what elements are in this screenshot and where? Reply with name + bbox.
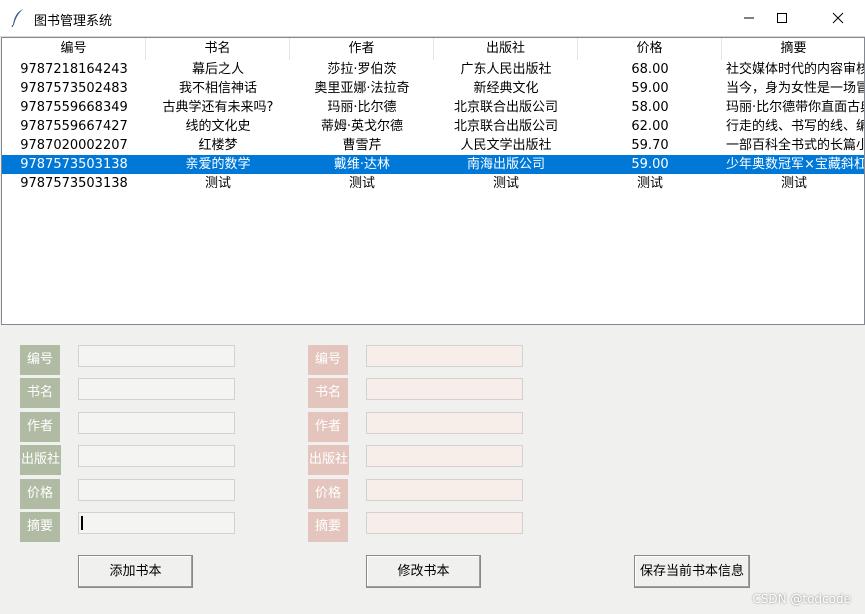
table-row[interactable]: 9787020002207 红楼梦 曹雪芹 人民文学出版社 59.70 一部百科… (2, 136, 864, 155)
right-label-title: 书名 (308, 378, 348, 408)
window-title: 图书管理系统 (34, 14, 113, 29)
minimize-icon (744, 17, 754, 19)
left-entry-price[interactable] (78, 479, 235, 501)
cell-price: 59.00 (631, 81, 669, 96)
table-row[interactable]: 9787559668349 古典学还有未来吗? 玛丽·比尔德 北京联合出版公司 … (2, 98, 865, 117)
cell-author: 玛丽·比尔德 (327, 100, 397, 115)
cell-author: 莎拉·罗伯茨 (327, 62, 397, 77)
right-label-publisher: 出版社 (308, 445, 349, 475)
right-label-summary: 摘要 (308, 512, 348, 542)
table-row[interactable]: 9787218164243 幕后之人 莎拉·罗伯茨 广东人民出版社 68.00 … (2, 60, 865, 79)
left-entry-title[interactable] (78, 378, 235, 400)
feather-icon (11, 9, 23, 28)
cell-title: 古典学还有未来吗? (162, 100, 274, 115)
cell-summary: 玛丽·比尔德带你直面古典 (726, 100, 865, 115)
cell-title: 线的文化史 (185, 119, 251, 134)
cell-publisher: 南海出版公司 (466, 157, 545, 172)
save-book-button[interactable]: 保存当前书本信息 (634, 555, 750, 588)
cell-author: 曹雪芹 (342, 138, 382, 153)
cell-summary: 行走的线、书写的线、编织 (726, 119, 864, 134)
cell-id: 9787218164243 (20, 62, 128, 77)
column-header-id[interactable]: 编号 (2, 38, 146, 60)
cell-summary: 测试 (780, 176, 807, 191)
maximize-button[interactable] (759, 0, 805, 36)
left-entry-id[interactable] (78, 345, 235, 367)
cell-title: 幕后之人 (191, 62, 244, 77)
left-label-id: 编号 (20, 345, 60, 375)
cell-id: 9787573502483 (20, 81, 128, 96)
cell-summary: 一部百科全书式的长篇小说 (726, 138, 864, 153)
left-label-price: 价格 (20, 479, 60, 509)
left-entry-author[interactable] (78, 412, 235, 434)
table-row[interactable]: 9787559667427 线的文化史 蒂姆·英戈尔德 北京联合出版公司 62.… (2, 117, 864, 136)
title-bar: 图书管理系统 (0, 0, 865, 37)
table-row[interactable]: 9787573502483 我不相信神话 奥里亚娜·法拉奇 新经典文化 59.0… (2, 79, 864, 98)
cell-id: 9787573503138 (20, 176, 128, 191)
table-header: 编号 书名 作者 出版社 价格 摘要 (2, 38, 864, 60)
cell-author: 蒂姆·英戈尔德 (320, 119, 404, 134)
column-header-summary[interactable]: 摘要 (722, 38, 864, 60)
cell-price: 59.00 (631, 157, 669, 172)
right-label-author: 作者 (308, 412, 348, 442)
cell-author: 测试 (348, 176, 375, 191)
left-label-author: 作者 (20, 412, 60, 442)
left-label-summary: 摘要 (20, 512, 60, 542)
right-entry-author[interactable] (366, 412, 523, 434)
cell-summary: 少年奥数冠军×宝藏斜杠 (726, 157, 865, 172)
cell-price: 58.00 (631, 100, 669, 115)
table-row-selected[interactable]: 9787573503138 亲爱的数学 戴维·达林 南海出版公司 59.00 少… (2, 155, 865, 174)
cell-author: 奥里亚娜·法拉奇 (314, 81, 410, 96)
right-label-price: 价格 (308, 479, 348, 509)
cell-title: 红楼梦 (198, 138, 238, 153)
right-entry-publisher[interactable] (366, 445, 523, 467)
add-book-button[interactable]: 添加书本 (78, 555, 193, 588)
cell-id: 9787559668349 (20, 100, 128, 115)
left-entry-publisher[interactable] (78, 445, 235, 467)
cell-price: 68.00 (631, 62, 669, 77)
form-area: 编号 书名 作者 出版社 价格 摘要 编号 书名 作者 出版社 价格 摘要 添加… (0, 325, 865, 614)
column-header-title[interactable]: 书名 (146, 38, 290, 60)
column-header-price[interactable]: 价格 (578, 38, 722, 60)
column-header-publisher[interactable]: 出版社 (434, 38, 578, 60)
right-entry-id[interactable] (366, 345, 523, 367)
cell-id: 9787573503138 (20, 157, 128, 172)
cell-author: 戴维·达林 (333, 157, 391, 172)
right-entry-price[interactable] (366, 479, 523, 501)
cell-price: 测试 (636, 176, 663, 191)
maximize-icon (777, 13, 787, 23)
column-header-author[interactable]: 作者 (290, 38, 434, 60)
cell-publisher: 测试 (492, 176, 519, 191)
cell-publisher: 新经典文化 (473, 81, 539, 96)
table-row[interactable]: 9787573503138 测试 测试 测试 测试 测试 (2, 174, 864, 193)
right-entry-summary[interactable] (366, 512, 523, 534)
cell-id: 9787559667427 (20, 119, 128, 134)
left-label-title: 书名 (20, 378, 60, 408)
right-entry-title[interactable] (366, 378, 523, 400)
close-icon (832, 12, 844, 24)
text-caret (81, 516, 83, 530)
table-body: 9787218164243 幕后之人 莎拉·罗伯茨 广东人民出版社 68.00 … (2, 60, 865, 193)
cell-id: 9787020002207 (20, 138, 128, 153)
right-label-id: 编号 (308, 345, 348, 375)
modify-book-button[interactable]: 修改书本 (366, 555, 481, 588)
cell-title: 亲爱的数学 (185, 157, 251, 172)
cell-publisher: 广东人民出版社 (460, 62, 552, 77)
cell-publisher: 北京联合出版公司 (453, 100, 558, 115)
cell-price: 59.70 (631, 138, 669, 153)
cell-summary: 社交媒体时代的内容审核 (726, 62, 865, 77)
watermark: CSDN @todcode (752, 592, 851, 606)
left-label-publisher: 出版社 (20, 445, 61, 475)
cell-publisher: 北京联合出版公司 (453, 119, 558, 134)
close-button[interactable] (815, 0, 861, 36)
book-table[interactable]: 编号 书名 作者 出版社 价格 摘要 9787218164243 幕后之人 莎拉… (1, 37, 865, 325)
cell-title: 测试 (204, 176, 231, 191)
cell-summary: 当今，身为女性是一场冒险 (726, 81, 864, 96)
cell-price: 62.00 (631, 119, 669, 134)
left-entry-summary[interactable] (78, 512, 235, 534)
cell-publisher: 人民文学出版社 (460, 138, 552, 153)
cell-title: 我不相信神话 (178, 81, 257, 96)
